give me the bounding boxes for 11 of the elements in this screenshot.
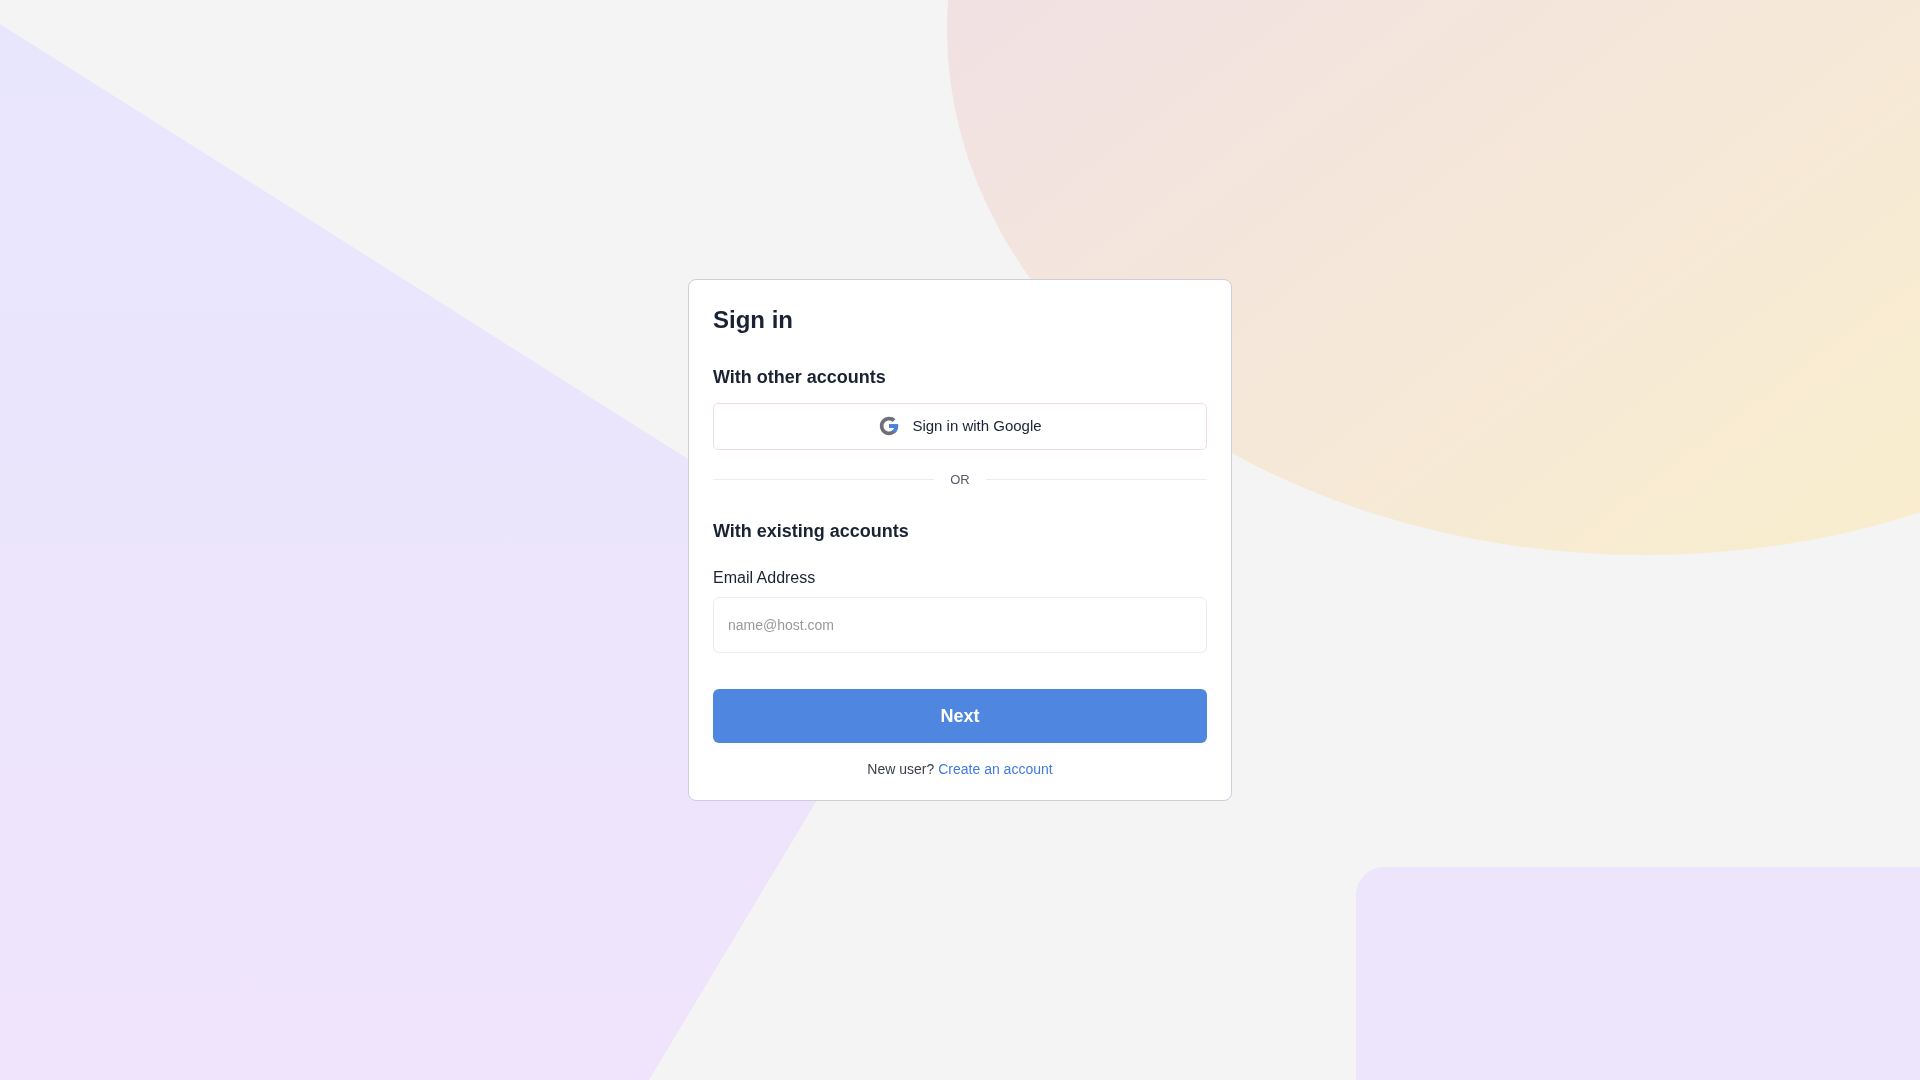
next-button[interactable]: Next [713, 689, 1207, 744]
email-input-field[interactable]: name@host.com [713, 597, 1207, 654]
google-sign-in-button[interactable]: Sign in with Google [713, 402, 1207, 450]
email-label: Email Address [713, 568, 817, 589]
create-account-link[interactable]: Create an account [938, 759, 1053, 781]
google-icon [878, 415, 901, 438]
section-heading: With other accounts [713, 365, 887, 389]
card-title: Sign in [713, 304, 794, 335]
section-heading: With existing accounts [713, 520, 910, 544]
new-user-prompt: New user? [867, 760, 935, 780]
or-divider-label: OR [950, 470, 970, 489]
